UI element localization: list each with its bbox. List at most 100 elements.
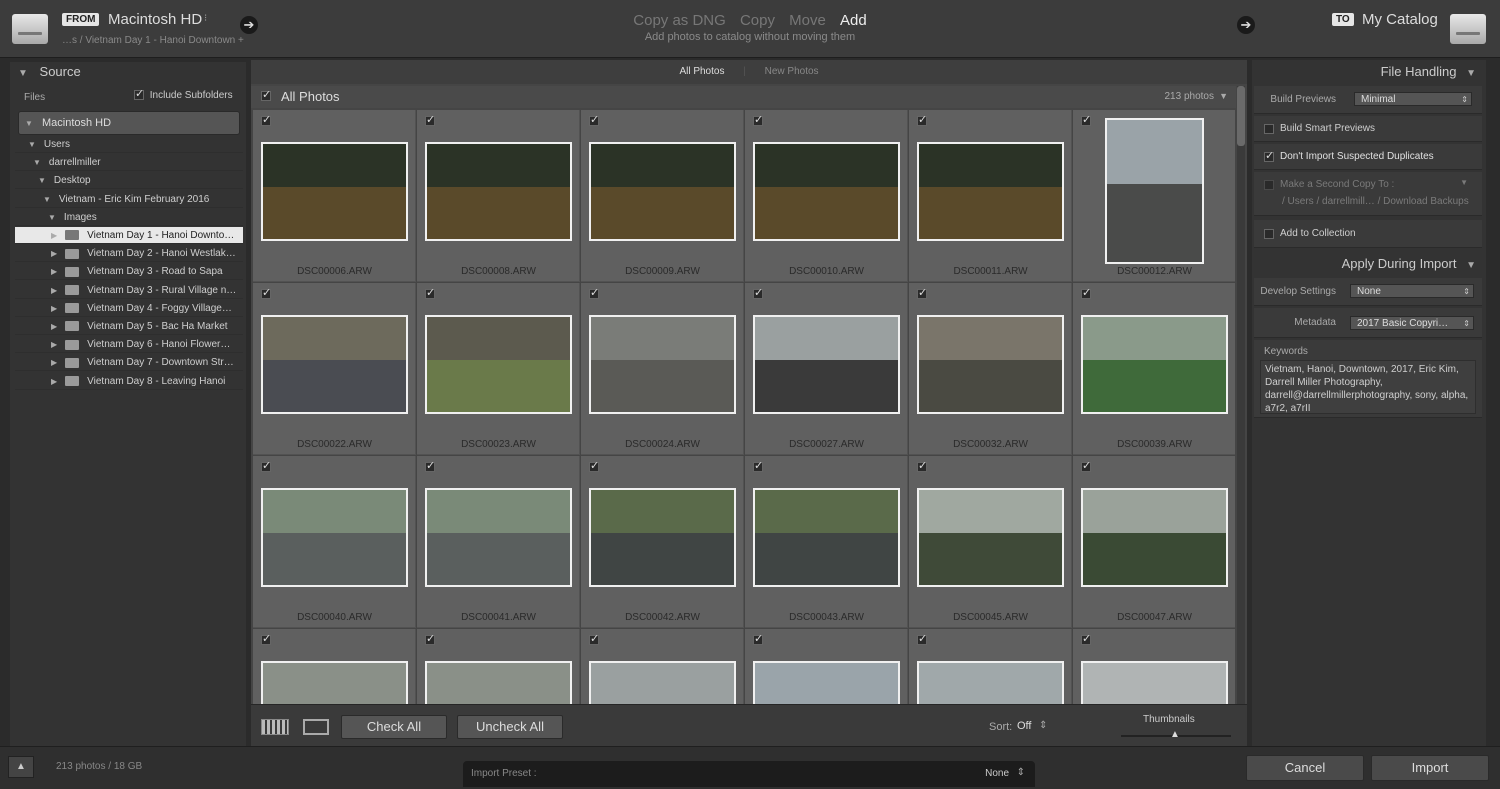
expand-triangle-icon[interactable]: ▶ xyxy=(51,282,57,299)
mode-move[interactable]: Move xyxy=(789,12,826,29)
expand-triangle-icon[interactable]: ▶ xyxy=(51,354,57,371)
tree-node[interactable]: ▼ Images xyxy=(15,209,243,226)
photo-checkbox[interactable] xyxy=(425,459,435,472)
import-button[interactable]: Import xyxy=(1371,755,1489,781)
photo-thumbnail[interactable] xyxy=(261,315,408,414)
photo-cell[interactable]: DSC00023.ARW xyxy=(417,283,580,455)
expand-triangle-icon[interactable]: ▶ xyxy=(51,318,57,335)
import-preset-value[interactable]: None xyxy=(985,768,1009,779)
smart-previews-checkbox[interactable] xyxy=(1264,124,1274,134)
cancel-button[interactable]: Cancel xyxy=(1246,755,1364,781)
photo-cell[interactable]: DSC00045.ARW xyxy=(909,456,1072,628)
collapse-triangle-icon[interactable]: ▼ xyxy=(48,209,56,226)
photo-thumbnail[interactable] xyxy=(917,661,1064,704)
from-volume-label[interactable]: Macintosh HD xyxy=(108,11,202,28)
photo-checkbox[interactable] xyxy=(261,113,271,126)
photo-thumbnail[interactable] xyxy=(261,142,408,241)
folder-item[interactable]: ▶ Vietnam Day 6 - Hanoi Flower… xyxy=(15,336,243,354)
photo-thumbnail[interactable] xyxy=(425,661,572,704)
photo-thumbnail[interactable] xyxy=(917,315,1064,414)
photo-thumbnail[interactable] xyxy=(1081,315,1228,414)
photo-checkbox[interactable] xyxy=(1081,286,1091,299)
photo-cell[interactable]: DSC00009.ARW xyxy=(581,110,744,282)
keywords-textarea[interactable]: Vietnam, Hanoi, Downtown, 2017, Eric Kim… xyxy=(1260,360,1476,414)
expand-up-icon[interactable]: ▲ xyxy=(8,756,34,778)
include-subfolders-option[interactable]: Include Subfolders xyxy=(134,87,233,101)
photo-checkbox[interactable] xyxy=(1081,459,1091,472)
mode-add[interactable]: Add xyxy=(840,12,867,29)
file-handling-header[interactable]: File Handling ▼ xyxy=(1381,64,1476,79)
second-copy-row[interactable]: Make a Second Copy To : ▼ / Users / darr… xyxy=(1254,172,1482,216)
photo-cell[interactable] xyxy=(581,629,744,704)
select-all-checkbox[interactable] xyxy=(261,88,271,101)
photo-thumbnail[interactable] xyxy=(753,142,900,241)
hard-drive-icon[interactable] xyxy=(10,8,50,48)
photo-checkbox[interactable] xyxy=(917,286,927,299)
photo-checkbox[interactable] xyxy=(589,113,599,126)
duplicates-row[interactable]: Don't Import Suspected Duplicates xyxy=(1254,144,1482,170)
photo-cell[interactable]: DSC00024.ARW xyxy=(581,283,744,455)
expand-triangle-icon[interactable]: ▶ xyxy=(51,300,57,317)
sort-dropdown-icon[interactable]: ⇕ xyxy=(1039,720,1047,731)
photo-checkbox[interactable] xyxy=(753,113,763,126)
photo-thumbnail[interactable] xyxy=(589,315,736,414)
add-to-collection-checkbox[interactable] xyxy=(1264,229,1274,239)
build-previews-dropdown[interactable]: Minimal ⇕ xyxy=(1354,92,1472,106)
photo-cell[interactable]: DSC00022.ARW xyxy=(253,283,416,455)
folder-item[interactable]: ▶ Vietnam Day 8 - Leaving Hanoi xyxy=(15,373,243,390)
folder-item[interactable]: ▶ Vietnam Day 1 - Hanoi Downto… xyxy=(15,227,243,244)
photo-cell[interactable] xyxy=(417,629,580,704)
photo-checkbox[interactable] xyxy=(589,459,599,472)
photo-thumbnail[interactable] xyxy=(425,142,572,241)
photo-cell[interactable]: DSC00027.ARW xyxy=(745,283,908,455)
tab-new-photos[interactable]: New Photos xyxy=(765,66,819,77)
folder-item[interactable]: ▶ Vietnam Day 3 - Road to Sapa xyxy=(15,263,243,281)
folder-item[interactable]: ▶ Vietnam Day 7 - Downtown Str… xyxy=(15,354,243,372)
photo-thumbnail[interactable] xyxy=(425,315,572,414)
add-to-collection-row[interactable]: Add to Collection xyxy=(1254,220,1482,248)
collapse-triangle-icon[interactable]: ▼ xyxy=(28,136,36,153)
expand-triangle-icon[interactable]: ▶ xyxy=(51,245,57,262)
expand-triangle-icon[interactable]: ▶ xyxy=(51,263,57,280)
photo-checkbox[interactable] xyxy=(917,113,927,126)
folder-item[interactable]: ▶ Vietnam Day 2 - Hanoi Westlak… xyxy=(15,245,243,263)
source-dropdown-icon[interactable]: ⁝ xyxy=(204,13,207,24)
photo-thumbnail[interactable] xyxy=(589,142,736,241)
expand-triangle-icon[interactable]: ▶ xyxy=(51,227,57,244)
grid-view-icon[interactable] xyxy=(261,719,289,735)
mode-copy[interactable]: Copy xyxy=(740,12,775,29)
photo-thumbnail[interactable] xyxy=(425,488,572,587)
photo-checkbox[interactable] xyxy=(425,286,435,299)
photo-thumbnail[interactable] xyxy=(261,661,408,704)
photo-cell[interactable]: DSC00039.ARW xyxy=(1073,283,1235,455)
photo-cell[interactable]: DSC00010.ARW xyxy=(745,110,908,282)
photo-cell[interactable] xyxy=(909,629,1072,704)
loupe-view-icon[interactable] xyxy=(303,719,329,735)
tree-node[interactable]: ▼ Users xyxy=(15,136,243,153)
photo-cell[interactable]: DSC00040.ARW xyxy=(253,456,416,628)
photo-thumbnail[interactable] xyxy=(917,488,1064,587)
photo-thumbnail[interactable] xyxy=(1081,661,1228,704)
photo-thumbnail[interactable] xyxy=(917,142,1064,241)
photo-checkbox[interactable] xyxy=(1081,113,1091,126)
photo-thumbnail[interactable] xyxy=(589,488,736,587)
photo-cell[interactable]: DSC00047.ARW xyxy=(1073,456,1235,628)
photo-thumbnail[interactable] xyxy=(1081,488,1228,587)
tree-node[interactable]: ▼ Vietnam - Eric Kim February 2016 xyxy=(15,191,243,208)
volume-header[interactable]: ▼ Macintosh HD xyxy=(18,111,240,135)
smart-previews-row[interactable]: Build Smart Previews xyxy=(1254,116,1482,142)
photo-thumbnail[interactable] xyxy=(753,488,900,587)
metadata-dropdown[interactable]: 2017 Basic Copyri… ⇕ xyxy=(1350,316,1474,330)
collapse-triangle-icon[interactable]: ▼ xyxy=(38,172,46,189)
photo-checkbox[interactable] xyxy=(589,286,599,299)
photo-checkbox[interactable] xyxy=(425,632,435,645)
photo-thumbnail[interactable] xyxy=(261,488,408,587)
photo-cell[interactable]: DSC00043.ARW xyxy=(745,456,908,628)
photo-cell[interactable]: DSC00011.ARW xyxy=(909,110,1072,282)
include-subfolders-checkbox[interactable] xyxy=(134,87,144,101)
source-panel-header[interactable]: ▼ Source xyxy=(10,62,246,82)
grid-scrollbar[interactable] xyxy=(1237,86,1245,704)
folder-item[interactable]: ▶ Vietnam Day 3 - Rural Village n… xyxy=(15,282,243,299)
mode-copy-dng[interactable]: Copy as DNG xyxy=(633,12,726,29)
photo-thumbnail[interactable] xyxy=(753,315,900,414)
